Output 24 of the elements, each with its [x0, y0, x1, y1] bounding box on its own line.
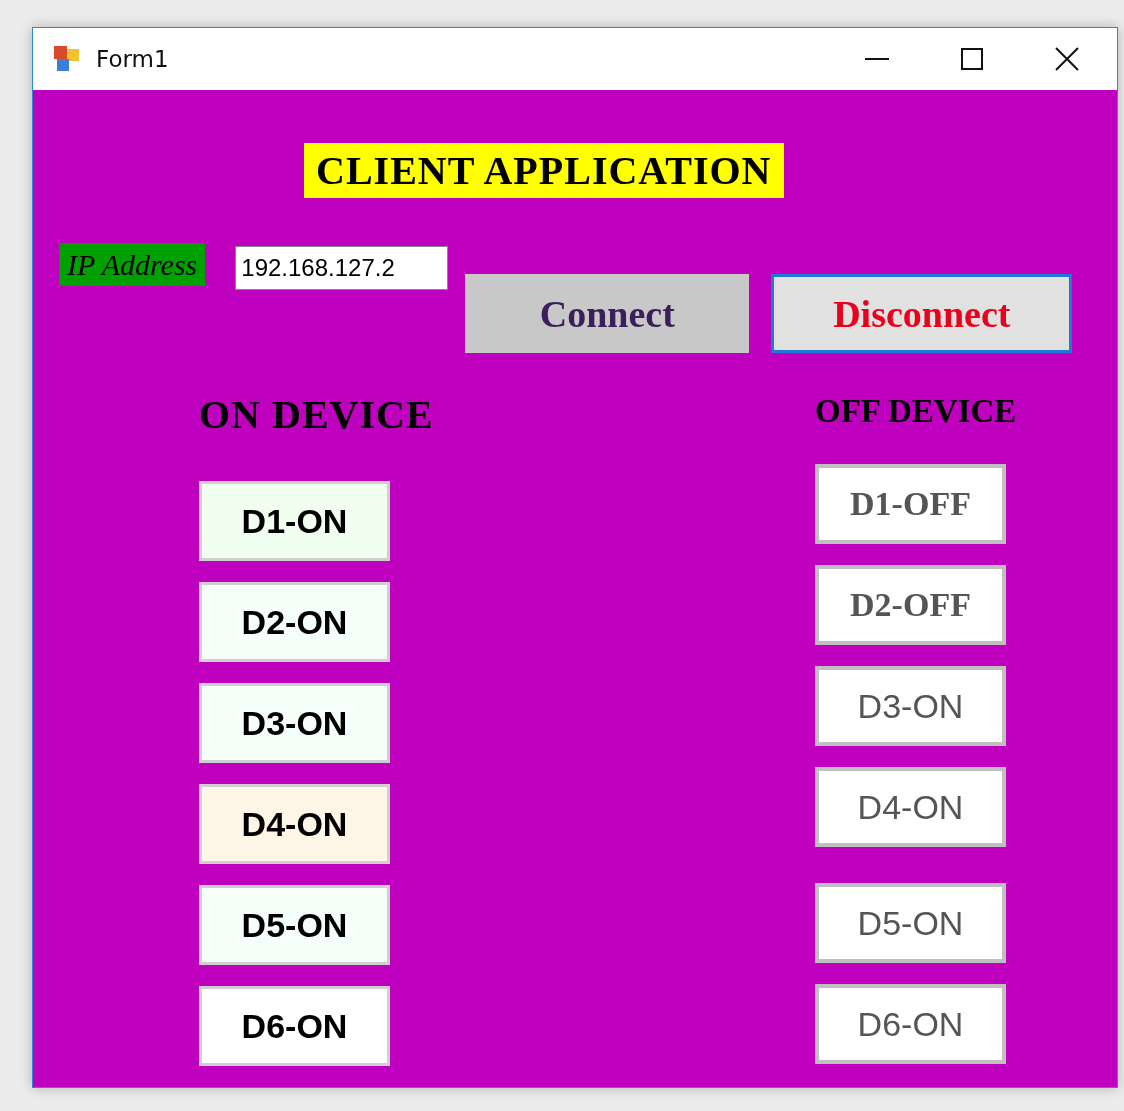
app-icon — [53, 45, 81, 73]
app-heading: CLIENT APPLICATION — [304, 143, 784, 198]
device-off-button[interactable]: D6-ON — [815, 984, 1006, 1064]
device-on-button[interactable]: D6-ON — [199, 986, 390, 1066]
minimize-icon[interactable] — [865, 57, 889, 61]
device-off-button[interactable]: D3-ON — [815, 666, 1006, 746]
device-off-button[interactable]: D2-OFF — [815, 565, 1006, 645]
device-on-button[interactable]: D2-ON — [199, 582, 390, 662]
connect-button[interactable]: Connect — [465, 274, 750, 353]
device-on-button[interactable]: D5-ON — [199, 885, 390, 965]
maximize-icon[interactable] — [961, 48, 983, 70]
disconnect-button[interactable]: Disconnect — [771, 274, 1073, 353]
ip-address-label: IP Address — [59, 243, 206, 286]
section-heading: ON DEVICE — [199, 393, 434, 437]
device-off-button[interactable]: D5-ON — [815, 883, 1006, 963]
section-heading: OFF DEVICE — [815, 393, 1017, 429]
device-off-button[interactable]: D4-ON — [815, 767, 1006, 847]
close-icon[interactable] — [1055, 47, 1079, 71]
device-on-button[interactable]: D4-ON — [199, 784, 390, 864]
device-on-button[interactable]: D1-ON — [199, 481, 390, 561]
window-title: Form1 — [96, 46, 169, 72]
device-off-button[interactable]: D1-OFF — [815, 464, 1006, 544]
device-on-button[interactable]: D3-ON — [199, 683, 390, 763]
ip-address-field[interactable]: 192.168.127.2 — [235, 246, 449, 290]
